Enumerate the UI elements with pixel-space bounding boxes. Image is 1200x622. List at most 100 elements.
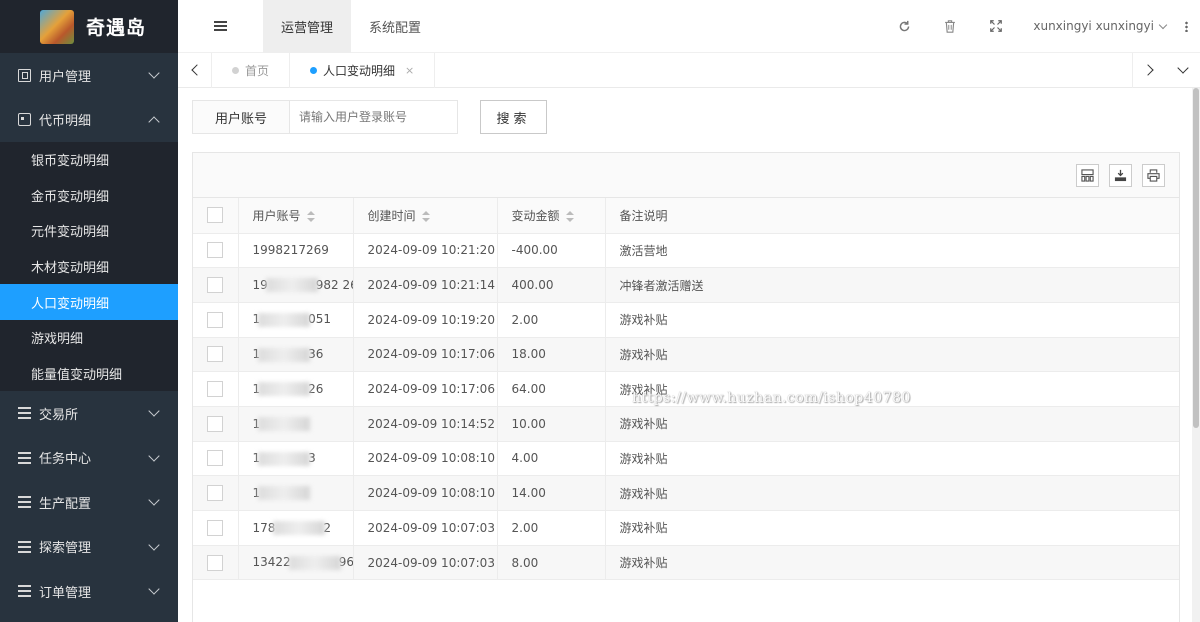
submenu-item-wood[interactable]: 木材变动明细 (0, 249, 178, 285)
list-icon (18, 496, 31, 509)
page-tab-home[interactable]: 首页 (212, 52, 291, 88)
page-tab-population[interactable]: 人口变动明细 × (290, 52, 436, 88)
table-row[interactable]: 1 051 2024-09-09 10:19:20 2.00 游戏补贴 (193, 302, 1179, 338)
menu-order-management[interactable]: 订单管理 (0, 569, 178, 614)
top-header: 运营管理 系统配置 xunxingyi xunxingyi (178, 0, 1200, 53)
cell-amount: 8.00 (497, 545, 606, 581)
cell-account: 1 36 (238, 337, 354, 373)
row-checkbox[interactable] (207, 554, 223, 571)
chevron-down-icon (148, 539, 160, 551)
cell-amount: 4.00 (497, 441, 606, 477)
page-scrollbar[interactable] (1192, 88, 1200, 622)
table-row[interactable]: 19982 2692024-09-09 10:21:14400.00冲锋者激活赠… (193, 267, 1179, 303)
sort-icon[interactable] (565, 210, 574, 222)
filter-columns-button[interactable] (1076, 164, 1099, 187)
scrollbar-thumb[interactable] (1193, 88, 1199, 428)
tabs-scroll-left-button[interactable] (178, 52, 212, 88)
tab-operations[interactable]: 运营管理 (263, 0, 352, 53)
header-amount[interactable]: 变动金额 (497, 198, 606, 234)
account-search-input[interactable] (290, 100, 458, 134)
table-row[interactable]: 1 36 2024-09-09 10:17:06 18.00 游戏补贴 (193, 337, 1179, 373)
row-checkbox[interactable] (207, 311, 223, 328)
sort-icon[interactable] (306, 210, 315, 222)
row-checkbox[interactable] (207, 485, 223, 502)
column-label: 用户账号 (252, 208, 301, 223)
cell-note: 游戏补贴 (605, 337, 1179, 373)
print-button[interactable] (1142, 164, 1165, 187)
submenu-item-gold[interactable]: 金币变动明细 (0, 178, 178, 214)
header-actions: xunxingyi xunxingyi (881, 0, 1200, 53)
table-row[interactable]: 1998217269 2024-09-09 10:21:20 -400.00 激活营地 (193, 233, 1179, 269)
account-suffix: 96 (338, 555, 353, 570)
menu-token-detail[interactable]: 代币明细 (0, 98, 178, 143)
cell-note: 游戏补贴 (605, 475, 1179, 511)
row-checkbox[interactable] (207, 381, 223, 398)
more-options-button[interactable] (1172, 0, 1200, 53)
cell-note: 游戏补贴 (605, 545, 1179, 581)
row-checkbox[interactable] (207, 519, 223, 536)
table-row[interactable]: 13422 96 2024-09-09 10:07:03 8.00 游戏补贴 (193, 545, 1179, 581)
account-suffix: 982 269 (315, 277, 352, 292)
chevron-down-icon (148, 583, 160, 596)
row-checkbox[interactable] (207, 346, 223, 363)
table-row[interactable]: 1 3 2024-09-09 10:08:10 4.00 游戏补贴 (193, 441, 1179, 477)
close-tab-icon[interactable]: × (405, 64, 414, 77)
cell-created-time: 2024-09-09 10:07:03 (353, 545, 498, 581)
menu-task-center[interactable]: 任务中心 (0, 436, 178, 481)
row-checkbox[interactable] (207, 450, 223, 467)
cell-account: 178 2 (238, 510, 354, 546)
row-select-cell (193, 510, 239, 546)
menu-exchange[interactable]: 交易所 (0, 391, 178, 436)
columns-icon (1081, 169, 1094, 182)
tab-system-config[interactable]: 系统配置 (351, 0, 439, 53)
cell-amount: 2.00 (497, 510, 606, 546)
cell-created-time: 2024-09-09 10:21:20 (353, 233, 498, 269)
cell-created-time: 2024-09-09 10:17:06 (353, 337, 498, 373)
account-field-label: 用户账号 (192, 100, 290, 134)
column-label: 变动金额 (511, 208, 560, 223)
header-created-time[interactable]: 创建时间 (353, 198, 498, 234)
search-button[interactable]: 搜索 (480, 100, 547, 134)
submenu-item-silver[interactable]: 银币变动明细 (0, 142, 178, 178)
menu-production-config[interactable]: 生产配置 (0, 480, 178, 525)
cell-amount: -400.00 (497, 233, 606, 269)
tab-dot-icon (310, 66, 318, 74)
masked-digits (258, 417, 311, 432)
page-tab-label: 人口变动明细 (323, 63, 396, 78)
refresh-button[interactable] (881, 0, 927, 53)
header-account[interactable]: 用户账号 (238, 198, 354, 234)
fullscreen-button[interactable] (973, 0, 1019, 53)
masked-digits (258, 382, 311, 397)
chevron-down-icon (1177, 62, 1189, 74)
collapse-sidebar-button[interactable] (178, 0, 263, 53)
cell-amount: 10.00 (497, 406, 606, 442)
table-row[interactable]: 1 2024-09-09 10:08:10 14.00 游戏补贴 (193, 475, 1179, 511)
account-prefix: 19 (252, 243, 268, 258)
masked-digits (265, 278, 318, 293)
submenu-item-component[interactable]: 元件变动明细 (0, 213, 178, 249)
row-checkbox[interactable] (207, 277, 223, 294)
cell-note: 冲锋者激活赠送 (605, 267, 1179, 303)
user-menu[interactable]: xunxingyi xunxingyi (1019, 19, 1172, 33)
table-row[interactable]: 1 26 2024-09-09 10:17:06 64.00 游戏补贴 (193, 371, 1179, 407)
fullscreen-icon (990, 20, 1003, 32)
row-select-cell (193, 233, 239, 269)
clear-cache-button[interactable] (927, 0, 973, 53)
submenu-item-energy[interactable]: 能量值变动明细 (0, 356, 178, 392)
sort-icon[interactable] (421, 210, 430, 222)
account-suffix: 98217269 (267, 243, 329, 258)
export-button[interactable] (1109, 164, 1132, 187)
table-row[interactable]: 178 2 2024-09-09 10:07:03 2.00 游戏补贴 (193, 510, 1179, 546)
row-checkbox[interactable] (207, 415, 223, 432)
submenu-item-game[interactable]: 游戏明细 (0, 320, 178, 356)
row-checkbox[interactable] (207, 242, 223, 259)
menu-explore-management[interactable]: 探索管理 (0, 525, 178, 570)
select-all-checkbox[interactable] (207, 207, 223, 224)
tabs-dropdown-button[interactable] (1166, 53, 1200, 88)
logo[interactable]: 奇遇岛 (0, 0, 178, 53)
menu-user-management[interactable]: 用户管理 (0, 53, 178, 98)
table-row[interactable]: 1 2024-09-09 10:14:52 10.00 游戏补贴 (193, 406, 1179, 442)
row-select-cell (193, 302, 239, 338)
tabs-scroll-right-button[interactable] (1132, 52, 1166, 88)
submenu-item-population[interactable]: 人口变动明细 (0, 284, 178, 320)
